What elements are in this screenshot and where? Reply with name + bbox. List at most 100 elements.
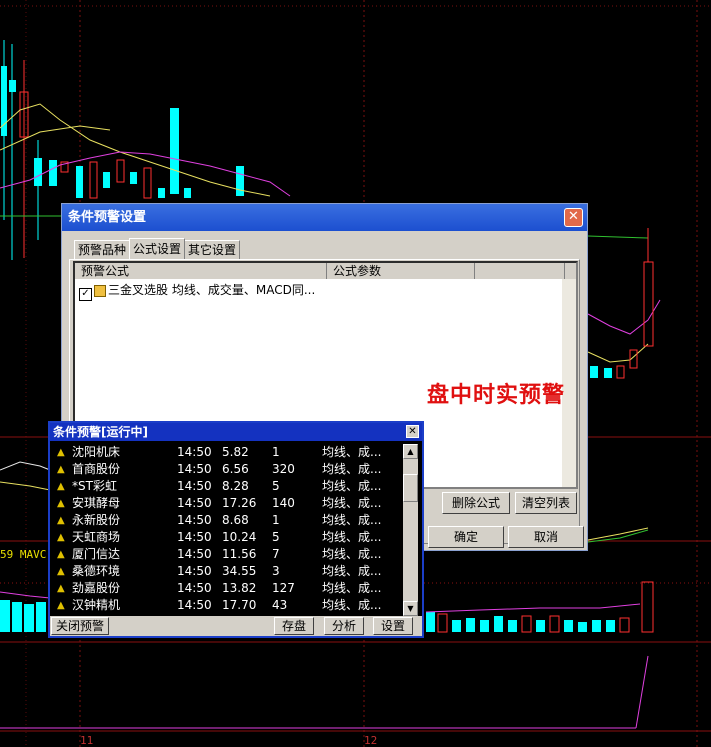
alert-time: 14:50 xyxy=(177,496,212,510)
alert-row[interactable]: ▲ *ST彩虹 14:50 8.28 5 均线、成... xyxy=(52,478,402,495)
alert-price: 8.28 xyxy=(222,479,249,493)
tab-bar: 预警品种 公式设置 其它设置 xyxy=(74,237,241,260)
alert-reason: 均线、成... xyxy=(322,598,382,612)
alert-volume: 1 xyxy=(272,445,280,459)
up-arrow-icon: ▲ xyxy=(57,583,65,594)
clear-list-button[interactable]: 清空列表 xyxy=(515,492,577,514)
alert-reason: 均线、成... xyxy=(322,462,382,476)
save-button[interactable]: 存盘 xyxy=(274,617,314,635)
alert-title-bar[interactable]: 条件预警[运行中] ✕ xyxy=(50,423,422,441)
alert-volume: 1 xyxy=(272,513,280,527)
alert-volume: 320 xyxy=(272,462,295,476)
tab-alert-stocks[interactable]: 预警品种 xyxy=(74,240,131,259)
alert-scrollbar[interactable]: ▲ ▼ xyxy=(403,444,418,616)
up-arrow-icon: ▲ xyxy=(57,549,65,560)
up-arrow-icon: ▲ xyxy=(57,566,65,577)
formula-params: 均线、成交量、MACD同... xyxy=(171,283,316,297)
scroll-up-icon[interactable]: ▲ xyxy=(403,444,418,459)
formula-icon xyxy=(94,285,106,297)
alert-time: 14:50 xyxy=(177,598,212,612)
list-item[interactable]: ✓ 三金叉选股 均线、成交量、MACD同... xyxy=(79,281,315,301)
stock-name: 安琪酵母 xyxy=(72,496,121,510)
column-header-empty xyxy=(475,263,565,279)
ok-button[interactable]: 确定 xyxy=(428,526,504,548)
alert-volume: 140 xyxy=(272,496,295,510)
stock-name: *ST彩虹 xyxy=(72,479,117,493)
alert-price: 10.24 xyxy=(222,530,257,544)
settings-button[interactable]: 设置 xyxy=(373,617,413,635)
alert-row[interactable]: ▲ 天虹商场 14:50 10.24 5 均线、成... xyxy=(52,529,402,546)
stock-name: 汉钟精机 xyxy=(72,598,121,612)
up-arrow-icon: ▲ xyxy=(57,498,65,509)
up-arrow-icon: ▲ xyxy=(57,600,65,611)
up-arrow-icon: ▲ xyxy=(57,464,65,475)
delete-formula-button[interactable]: 删除公式 xyxy=(442,492,510,514)
close-icon[interactable]: ✕ xyxy=(564,208,583,227)
alert-reason: 均线、成... xyxy=(322,445,382,459)
alert-price: 8.68 xyxy=(222,513,249,527)
alert-price: 17.70 xyxy=(222,598,257,612)
alert-row[interactable]: ▲ 桑德环境 14:50 34.55 3 均线、成... xyxy=(52,563,402,580)
alert-row[interactable]: ▲ 汉钟精机 14:50 17.70 43 均线、成... xyxy=(52,597,402,614)
alert-row[interactable]: ▲ 永新股份 14:50 8.68 1 均线、成... xyxy=(52,512,402,529)
alert-time: 14:50 xyxy=(177,564,212,578)
checkbox[interactable]: ✓ xyxy=(79,288,92,301)
alert-reason: 均线、成... xyxy=(322,479,382,493)
stock-name: 沈阳机床 xyxy=(72,445,121,459)
alert-volume: 3 xyxy=(272,564,280,578)
alert-running-window: 条件预警[运行中] ✕ ▲ 沈阳机床 14:50 5.82 1 均线、成... ▲ 首商股份 1… xyxy=(48,421,424,638)
alert-reason: 均线、成... xyxy=(322,513,382,527)
alert-time: 14:50 xyxy=(177,530,212,544)
tab-formula-settings[interactable]: 公式设置 xyxy=(129,238,186,260)
alert-row[interactable]: ▲ 沈阳机床 14:50 5.82 1 均线、成... xyxy=(52,444,402,461)
stock-name: 永新股份 xyxy=(72,513,121,527)
alert-row[interactable]: ▲ 厦门信达 14:50 11.56 7 均线、成... xyxy=(52,546,402,563)
alert-footer: 关闭预警 存盘 分析 设置 xyxy=(50,616,422,636)
up-arrow-icon: ▲ xyxy=(57,481,65,492)
formula-name: 三金叉选股 xyxy=(108,283,169,297)
dialog-title: 条件预警设置 xyxy=(68,210,147,225)
alert-price: 17.26 xyxy=(222,496,257,510)
alert-time: 14:50 xyxy=(177,547,212,561)
list-header: 预警公式 公式参数 xyxy=(75,263,576,279)
cancel-button[interactable]: 取消 xyxy=(508,526,584,548)
alert-price: 5.82 xyxy=(222,445,249,459)
close-icon[interactable]: ✕ xyxy=(406,425,419,438)
alert-time: 14:50 xyxy=(177,513,212,527)
alert-price: 34.55 xyxy=(222,564,257,578)
scroll-down-icon[interactable]: ▼ xyxy=(403,601,418,616)
alert-volume: 127 xyxy=(272,581,295,595)
alert-reason: 均线、成... xyxy=(322,530,382,544)
alert-time: 14:50 xyxy=(177,462,212,476)
alert-price: 13.82 xyxy=(222,581,257,595)
x-axis-label-12: 12 xyxy=(364,734,378,747)
up-arrow-icon: ▲ xyxy=(57,532,65,543)
scroll-thumb[interactable] xyxy=(403,474,418,502)
column-header-formula[interactable]: 预警公式 xyxy=(75,263,327,279)
alert-reason: 均线、成... xyxy=(322,496,382,510)
alert-time: 14:50 xyxy=(177,581,212,595)
column-header-params[interactable]: 公式参数 xyxy=(327,263,475,279)
stock-name: 天虹商场 xyxy=(72,530,121,544)
stock-name: 首商股份 xyxy=(72,462,121,476)
up-arrow-icon: ▲ xyxy=(57,447,65,458)
alert-volume: 7 xyxy=(272,547,280,561)
close-alert-button[interactable]: 关闭预警 xyxy=(51,617,109,635)
stock-name: 桑德环境 xyxy=(72,564,121,578)
alert-title: 条件预警[运行中] xyxy=(53,425,148,439)
promo-text: 盘中时实预警 xyxy=(427,382,566,408)
alert-row[interactable]: ▲ 劲嘉股份 14:50 13.82 127 均线、成... xyxy=(52,580,402,597)
x-axis-label-11: 11 xyxy=(80,734,94,747)
alert-price: 6.56 xyxy=(222,462,249,476)
alert-row[interactable]: ▲ 安琪酵母 14:50 17.26 140 均线、成... xyxy=(52,495,402,512)
ma-label: 59 MAVC xyxy=(0,548,47,561)
alert-time: 14:50 xyxy=(177,479,212,493)
alert-list: ▲ 沈阳机床 14:50 5.82 1 均线、成... ▲ 首商股份 14:50 6.56 320 均… xyxy=(52,444,402,616)
analyze-button[interactable]: 分析 xyxy=(324,617,364,635)
alert-reason: 均线、成... xyxy=(322,564,382,578)
stock-name: 劲嘉股份 xyxy=(72,581,121,595)
alert-price: 11.56 xyxy=(222,547,257,561)
dialog-title-bar[interactable]: 条件预警设置 ✕ xyxy=(62,204,587,231)
tab-other-settings[interactable]: 其它设置 xyxy=(184,240,241,259)
alert-row[interactable]: ▲ 首商股份 14:50 6.56 320 均线、成... xyxy=(52,461,402,478)
